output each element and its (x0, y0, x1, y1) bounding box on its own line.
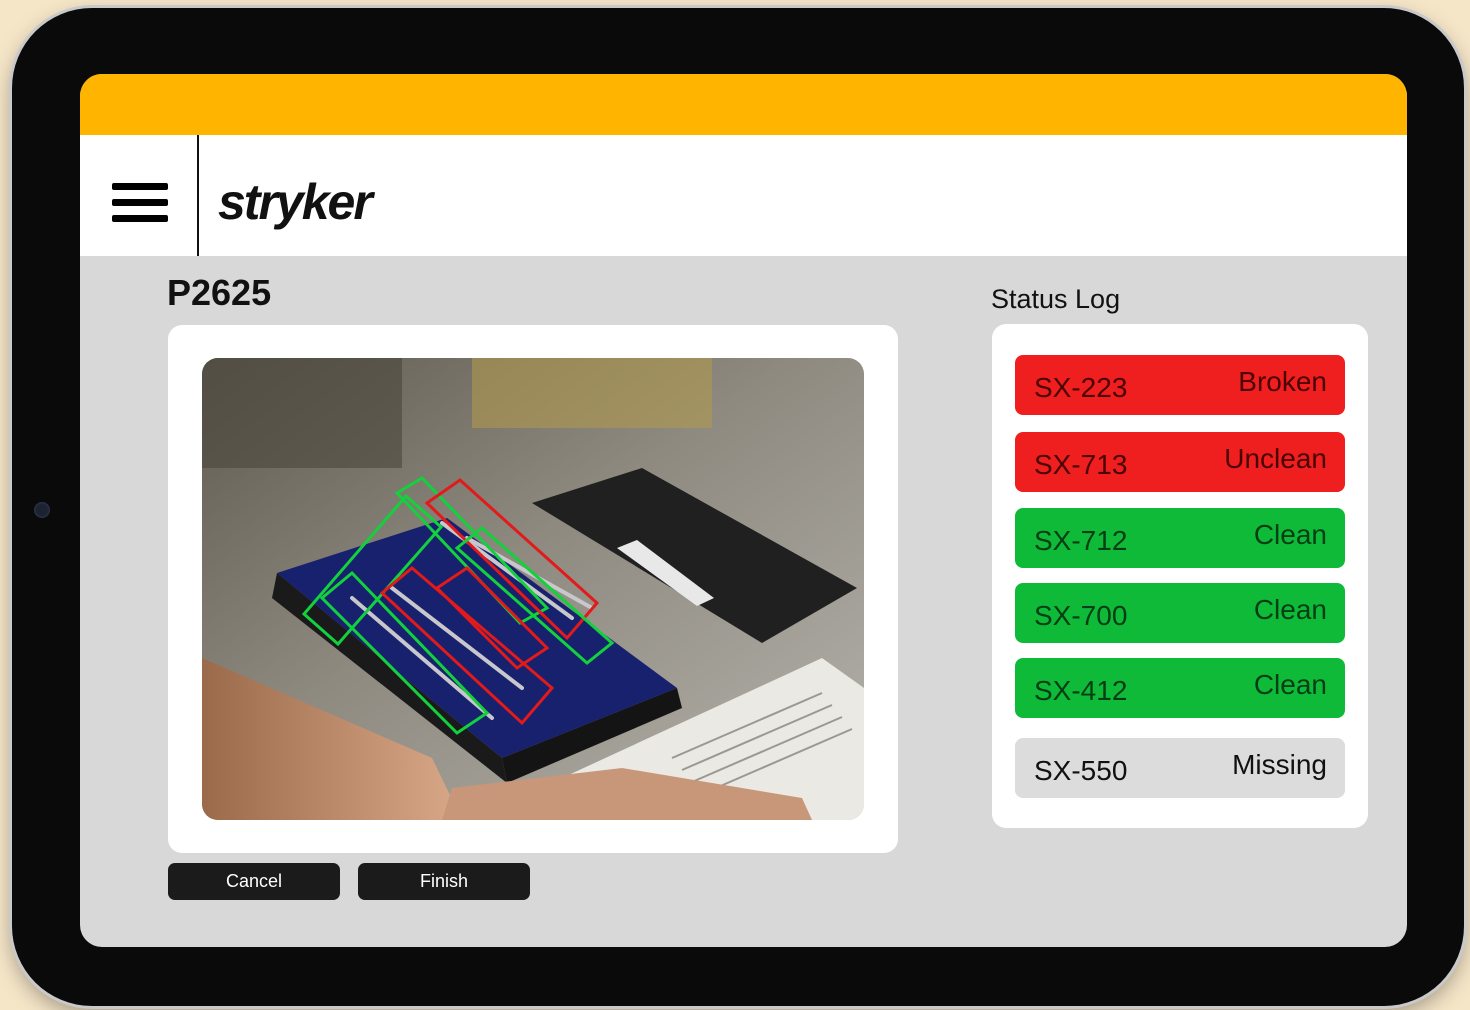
item-status: Unclean (1224, 443, 1327, 474)
status-row[interactable]: SX-412 Clean (1015, 658, 1345, 718)
finish-button[interactable]: Finish (358, 863, 530, 900)
item-id: SX-223 (1034, 372, 1128, 403)
item-status: Clean (1253, 669, 1327, 700)
app-screen: stryker P2625 Cancel Finish Status Log S… (80, 74, 1407, 947)
header-divider (197, 135, 199, 256)
app-header: stryker (80, 135, 1407, 256)
accent-bar (80, 74, 1407, 135)
item-id: SX-412 (1034, 675, 1128, 706)
item-status: Clean (1253, 519, 1327, 550)
status-row[interactable]: SX-223 Broken (1015, 355, 1345, 415)
status-row[interactable]: SX-712 Clean (1015, 508, 1345, 568)
front-camera (34, 502, 50, 518)
item-id: SX-700 (1034, 600, 1128, 631)
hamburger-menu-icon[interactable] (112, 183, 168, 227)
item-status: Missing (1232, 749, 1327, 780)
status-row[interactable]: SX-700 Clean (1015, 583, 1345, 643)
item-id: SX-713 (1034, 449, 1128, 480)
status-log-card: SX-223 Broken SX-713 Unclean SX-712 Clea… (992, 324, 1368, 828)
status-row[interactable]: SX-713 Unclean (1015, 432, 1345, 492)
page-title: P2625 (167, 272, 272, 313)
item-status: Broken (1238, 366, 1327, 397)
item-status: Clean (1253, 594, 1327, 625)
status-row[interactable]: SX-550 Missing (1015, 738, 1345, 798)
stryker-logo: stryker (218, 174, 373, 230)
item-id: SX-712 (1034, 525, 1128, 556)
item-id: SX-550 (1034, 755, 1128, 786)
cancel-button[interactable]: Cancel (168, 863, 340, 900)
image-card (168, 325, 898, 853)
status-log-title: Status Log (991, 284, 1121, 314)
tablet-frame: stryker P2625 Cancel Finish Status Log S… (12, 8, 1464, 1006)
instrument-tray-photo (202, 358, 864, 820)
